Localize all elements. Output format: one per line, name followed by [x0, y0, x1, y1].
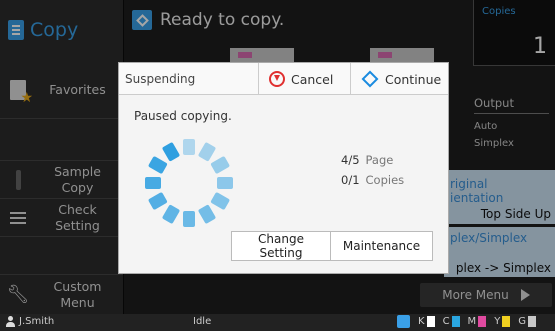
cancel-label: Cancel	[291, 71, 334, 87]
suspend-dialog: Suspending Cancel Continue Paused copyin…	[118, 62, 449, 274]
maintenance-button[interactable]: Maintenance	[331, 231, 433, 261]
spinner-segment	[217, 177, 233, 189]
spinner-segment	[198, 142, 216, 162]
toner-k: K	[418, 316, 435, 327]
spinner-segment	[183, 211, 195, 227]
toner-y: Y	[494, 316, 511, 327]
continue-button[interactable]: Continue	[350, 63, 449, 95]
change-setting-button[interactable]: Change Setting	[231, 231, 331, 261]
spinner-segment	[162, 204, 180, 224]
progress-spinner-icon	[145, 139, 233, 227]
continue-label: Continue	[385, 71, 442, 87]
page-progress-unit: Page	[365, 153, 394, 167]
toner-g: G	[518, 316, 537, 327]
spinner-segment	[210, 192, 230, 210]
page-progress: 4/5 Page	[341, 153, 393, 167]
spinner-segment	[148, 156, 168, 174]
start-diamond-icon	[361, 70, 379, 88]
spinner-segment	[183, 139, 195, 155]
cancel-button[interactable]: Cancel	[258, 63, 350, 95]
spinner-segment	[198, 204, 216, 224]
copies-progress: 0/1 Copies	[341, 173, 404, 187]
copies-progress-value: 0/1	[341, 173, 360, 187]
dialog-header: Suspending Cancel Continue	[119, 63, 448, 95]
stop-icon	[269, 71, 285, 87]
spinner-segment	[148, 192, 168, 210]
spinner-segment	[210, 156, 230, 174]
spinner-segment	[162, 142, 180, 162]
user-icon	[6, 316, 15, 327]
copies-progress-unit: Copies	[365, 173, 405, 187]
dialog-actions: Change Setting Maintenance	[231, 231, 433, 261]
network-icon	[397, 315, 410, 328]
toner-c: C	[443, 316, 460, 327]
machine-state: Idle	[193, 316, 212, 327]
dialog-title: Suspending	[125, 72, 196, 86]
status-bar: J.Smith Idle K C M Y G	[0, 314, 555, 331]
user-name: J.Smith	[19, 316, 55, 327]
spinner-segment	[145, 177, 161, 189]
user-info[interactable]: J.Smith	[6, 316, 54, 327]
toner-levels: K C M Y G	[397, 315, 537, 328]
toner-m: M	[468, 316, 487, 327]
page-progress-value: 4/5	[341, 153, 360, 167]
dialog-message: Paused copying.	[134, 109, 232, 123]
